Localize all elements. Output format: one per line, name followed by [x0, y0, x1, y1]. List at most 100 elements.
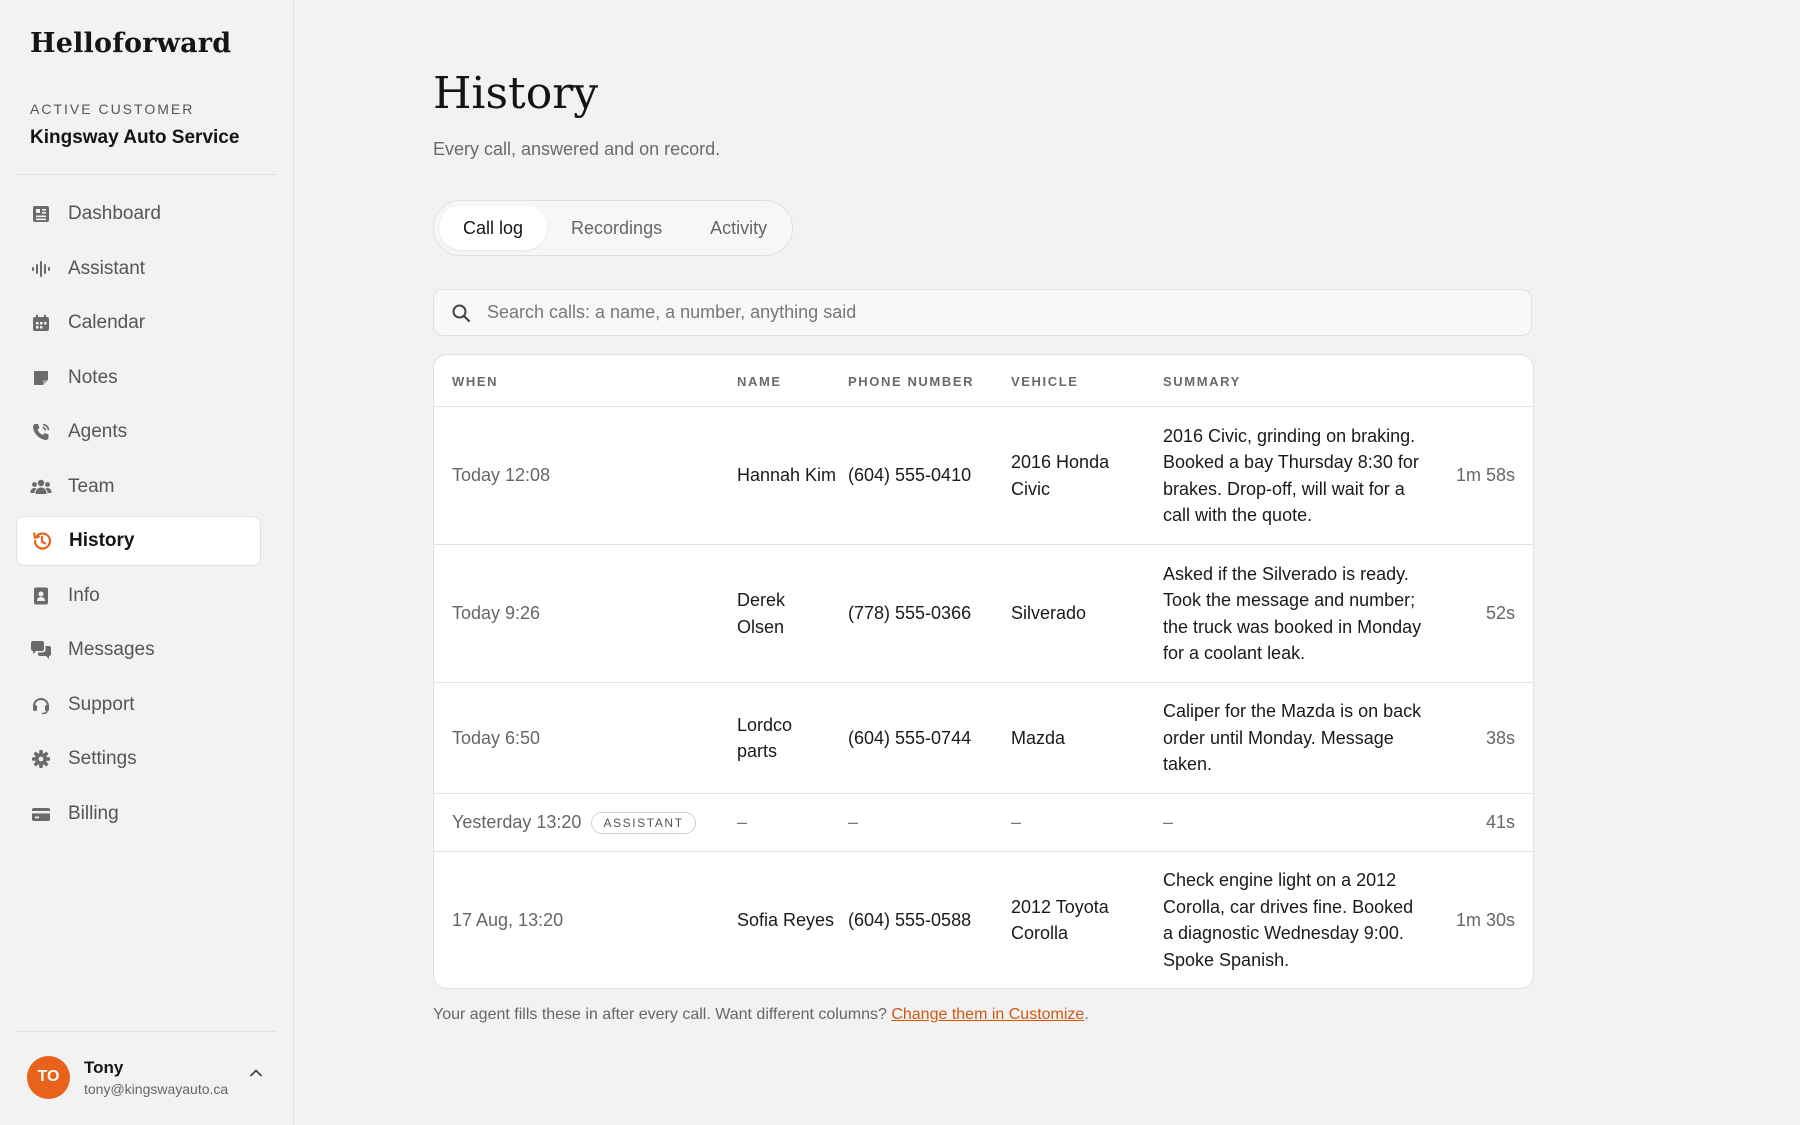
team-icon [30, 476, 52, 498]
calendar-icon [30, 312, 52, 334]
cell-name: Derek Olsen [737, 590, 786, 637]
dashboard-icon [30, 203, 52, 225]
table-row[interactable]: Today 12:08 Hannah Kim (604) 555-0410 20… [434, 407, 1533, 545]
history-icon [31, 530, 53, 552]
cell-summary: – [1163, 812, 1174, 833]
sidebar-item-dashboard[interactable]: Dashboard [16, 189, 261, 239]
column-header-vehicle[interactable]: VEHICLE [1011, 374, 1079, 389]
footnote-suffix: . [1084, 1006, 1089, 1023]
column-header-summary[interactable]: SUMMARY [1163, 374, 1241, 389]
cell-when-text: Yesterday 13:20 [452, 812, 582, 833]
sidebar-item-label: Billing [68, 802, 119, 824]
sidebar-item-assistant[interactable]: Assistant [16, 244, 261, 294]
sidebar-item-history[interactable]: History [16, 516, 261, 566]
cell-name: Lordco parts [737, 714, 793, 762]
sidebar-item-label: Team [68, 475, 115, 497]
call-log-table: WHEN NAME PHONE NUMBER VEHICLE SUMMARY T… [433, 354, 1534, 989]
table-row[interactable]: Today 9:26 Derek Olsen (778) 555-0366 Si… [434, 545, 1533, 683]
column-header-name[interactable]: NAME [737, 374, 782, 389]
cell-phone: (604) 555-0410 [848, 465, 972, 486]
contact-card-icon [30, 585, 52, 607]
sidebar-item-team[interactable]: Team [16, 462, 261, 512]
cell-when: 17 Aug, 13:20 [452, 909, 564, 930]
gear-icon [30, 748, 52, 770]
user-menu[interactable]: TO Tony tony@kingswayauto.ca [27, 1054, 277, 1100]
cell-duration: 1m 58s [1455, 465, 1515, 486]
column-header-phone[interactable]: PHONE NUMBER [848, 374, 974, 389]
user-email: tony@kingswayauto.ca [84, 1080, 229, 1097]
cell-name: Hannah Kim [737, 465, 837, 486]
cell-phone: (778) 555-0366 [848, 603, 972, 624]
credit-card-icon [30, 803, 52, 825]
page-subtitle: Every call, answered and on record. [433, 139, 721, 159]
sidebar: Helloforward ACTIVE CUSTOMER Kingsway Au… [0, 0, 294, 1125]
tab-bar: Call log Recordings Activity [433, 200, 793, 256]
active-customer-label: ACTIVE CUSTOMER [30, 101, 195, 117]
cell-summary: Caliper for the Mazda is on back order u… [1163, 701, 1422, 775]
sidebar-item-label: Support [68, 693, 135, 715]
cell-vehicle: 2016 Honda Civic [1011, 452, 1110, 499]
tab-activity[interactable]: Activity [686, 206, 791, 250]
cell-duration: 52s [1485, 603, 1515, 624]
sidebar-item-label: Messages [68, 639, 155, 660]
sidebar-item-support[interactable]: Support [16, 680, 261, 730]
column-header-when[interactable]: WHEN [452, 374, 498, 389]
cell-name: Sofia Reyes [737, 909, 835, 930]
cell-duration: 38s [1485, 727, 1515, 748]
cell-vehicle: – [1011, 812, 1022, 833]
cell-when: Yesterday 13:20 ASSISTANT [452, 794, 696, 851]
cell-vehicle: Mazda [1011, 727, 1066, 748]
cell-phone: (604) 555-0744 [848, 727, 972, 748]
sidebar-item-info[interactable]: Info [16, 571, 261, 621]
footnote-text: Your agent fills these in after every ca… [433, 1006, 887, 1023]
sidebar-divider [16, 174, 277, 175]
brand-logo[interactable]: Helloforward [30, 28, 231, 59]
cell-duration: 41s [1485, 812, 1515, 833]
table-footnote: Your agent fills these in after every ca… [433, 1006, 1089, 1024]
sidebar-item-calendar[interactable]: Calendar [16, 298, 261, 348]
sidebar-item-label: Dashboard [68, 203, 161, 224]
table-row[interactable]: Yesterday 13:20 ASSISTANT – – – – 41s [434, 794, 1533, 852]
cell-phone: – [848, 812, 859, 833]
sidebar-item-billing[interactable]: Billing [16, 789, 261, 839]
tab-call-log[interactable]: Call log [439, 206, 548, 250]
page-title: History [433, 68, 599, 119]
table-row[interactable]: 17 Aug, 13:20 Sofia Reyes (604) 555-0588… [434, 852, 1533, 988]
note-icon [30, 367, 52, 389]
chat-icon [30, 639, 52, 661]
table-header: WHEN NAME PHONE NUMBER VEHICLE SUMMARY [434, 355, 1533, 407]
cell-phone: (604) 555-0588 [848, 909, 972, 930]
sidebar-item-notes[interactable]: Notes [16, 353, 261, 403]
chevron-up-icon[interactable] [249, 1066, 263, 1085]
assistant-badge: ASSISTANT [591, 811, 696, 834]
cell-vehicle: Silverado [1011, 603, 1087, 624]
sidebar-item-label: Agents [68, 421, 128, 442]
sidebar-item-label: Calendar [68, 312, 146, 333]
avatar[interactable]: TO [27, 1055, 70, 1099]
table-row[interactable]: Today 6:50 Lordco parts (604) 555-0744 M… [434, 683, 1533, 794]
cell-summary: Check engine light on a 2012 Corolla, ca… [1163, 870, 1414, 970]
tab-recordings[interactable]: Recordings [547, 206, 686, 250]
search-input[interactable] [485, 301, 1531, 324]
phone-icon [30, 421, 52, 443]
sidebar-item-label: History [69, 530, 135, 551]
cell-summary: 2016 Civic, grinding on braking. Booked … [1163, 425, 1419, 526]
customize-link[interactable]: Change them in Customize [891, 1006, 1084, 1023]
sidebar-item-label: Settings [68, 748, 137, 769]
sidebar-item-messages[interactable]: Messages [16, 625, 261, 675]
cell-vehicle: 2012 Toyota Corolla [1011, 896, 1109, 944]
sidebar-item-settings[interactable]: Settings [16, 734, 261, 784]
cell-name: – [737, 812, 748, 833]
active-customer-name[interactable]: Kingsway Auto Service [30, 127, 239, 149]
sidebar-item-label: Assistant [68, 257, 146, 279]
cell-when: Today 9:26 [452, 603, 541, 624]
sidebar-nav: Dashboard Assistant Calendar Notes Agent… [16, 189, 261, 843]
cell-summary: Asked if the Silverado is ready. Took th… [1163, 563, 1422, 664]
user-name: Tony [84, 1057, 124, 1077]
search-bar [433, 289, 1532, 336]
headset-icon [30, 694, 52, 716]
waveform-icon [30, 258, 52, 280]
sidebar-item-agents[interactable]: Agents [16, 407, 261, 457]
cell-when: Today 6:50 [452, 727, 541, 748]
search-icon [451, 303, 471, 323]
